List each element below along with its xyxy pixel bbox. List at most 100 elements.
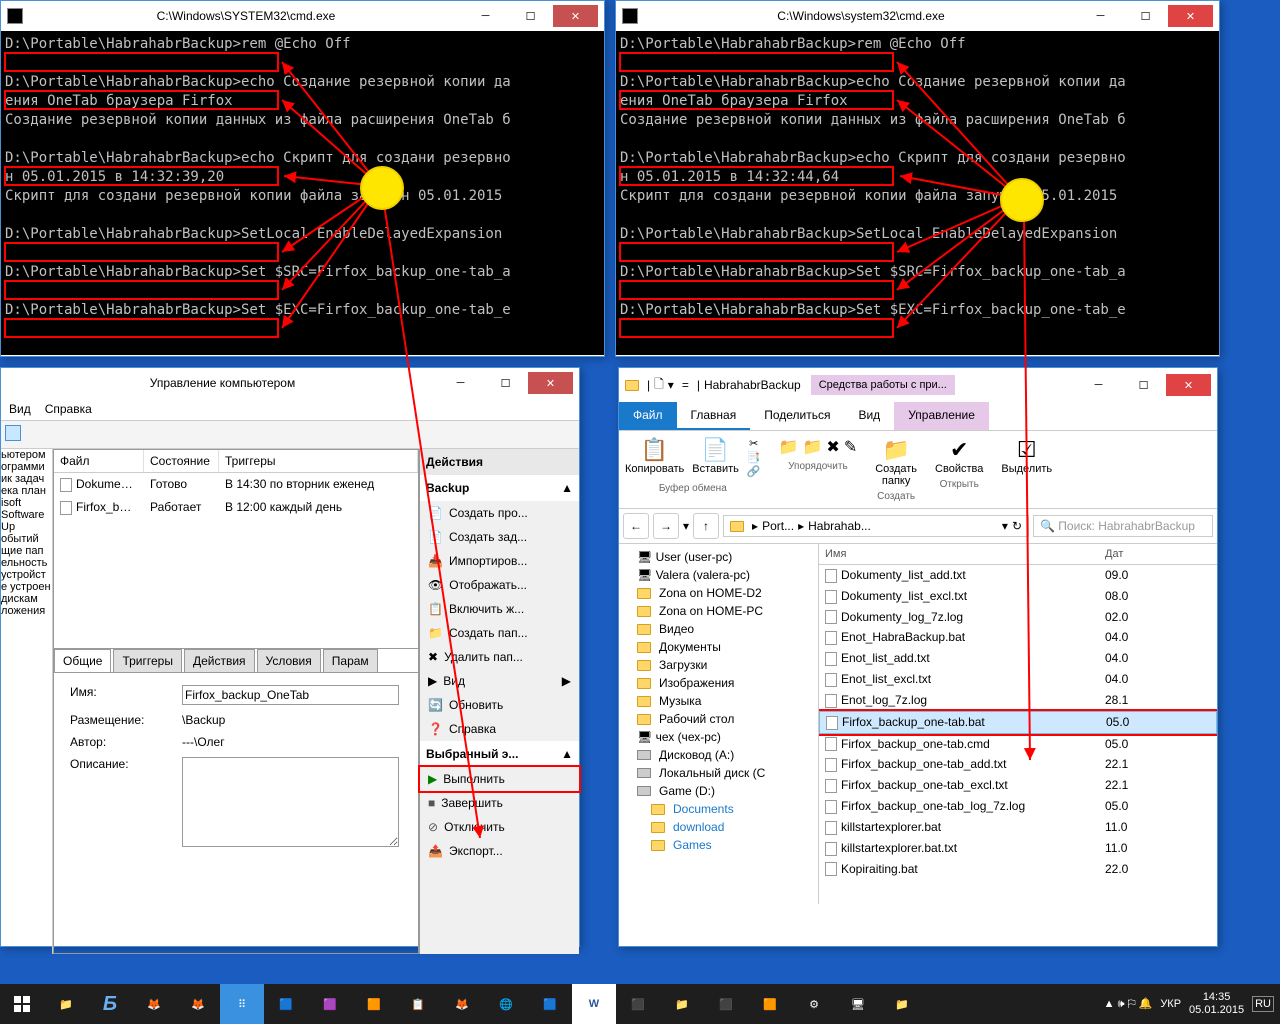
menu-view[interactable]: Вид [9, 402, 31, 416]
copy-to-button[interactable]: 📁 [803, 437, 823, 457]
col-date[interactable]: Дат [1099, 544, 1149, 564]
taskbar-app[interactable]: 🟧 [352, 984, 396, 1024]
selected-header[interactable]: Выбранный э...▲ [420, 741, 579, 767]
action-item[interactable]: ▶Вид▶ [420, 669, 579, 693]
taskbar-app[interactable]: 🌐 [484, 984, 528, 1024]
file-row[interactable]: Enot_list_add.txt04.0 [819, 648, 1217, 669]
taskbar-app[interactable]: 🟦 [264, 984, 308, 1024]
minimize-button[interactable]: ─ [463, 5, 508, 27]
tree-item[interactable]: Рабочий стол [623, 710, 814, 728]
tab-2[interactable]: Действия [184, 649, 255, 672]
tree-item[interactable]: Zona on HOME-PC [623, 602, 814, 620]
tab-3[interactable]: Условия [257, 649, 321, 672]
tree-item[interactable]: Документы [623, 638, 814, 656]
forward-button[interactable]: → [653, 513, 679, 539]
titlebar[interactable]: C:\Windows\system32\cmd.exe ─ ☐ ✕ [616, 1, 1219, 31]
file-row[interactable]: Firfox_backup_one-tab.bat05.0 [819, 711, 1217, 734]
history-dropdown[interactable]: ▾ [683, 519, 689, 533]
tree-item[interactable]: Загрузки [623, 656, 814, 674]
action-item[interactable]: 📥Импортиров... [420, 549, 579, 573]
file-row[interactable]: Firfox_backup_one-tab.cmd05.0 [819, 734, 1217, 755]
maximize-button[interactable]: ☐ [1121, 374, 1166, 396]
taskbar-app[interactable]: 🟧 [748, 984, 792, 1024]
col-trigger[interactable]: Триггеры [219, 450, 418, 472]
sel-action-item[interactable]: ⊘Отключить [420, 815, 579, 839]
qat-icon[interactable]: ▾ [668, 378, 674, 392]
nav-tree-clipped[interactable]: ьютеромограммиик задачека планisoftSoftw… [1, 449, 53, 954]
new-folder-button[interactable]: 📁Создать папку [875, 437, 917, 487]
toolbar-icon[interactable] [5, 425, 21, 441]
breadcrumb[interactable]: ▸Port... ▸Habrahab... ▾ ↻ [723, 515, 1029, 537]
console-output[interactable]: D:\Portable\HabrahabrBackup>rem @Echo Of… [1, 31, 604, 355]
file-row[interactable]: Dokumenty_list_excl.txt08.0 [819, 586, 1217, 607]
nav-tree[interactable]: 🖥 User (user-pc)🖥 Valera (valera-pc) Zon… [619, 544, 819, 904]
taskbar-app[interactable]: W [572, 984, 616, 1024]
maximize-button[interactable]: ☐ [1123, 5, 1168, 27]
tree-item[interactable]: 🖥 чех (чех-pc) [623, 728, 814, 746]
refresh-icon[interactable]: ↻ [1012, 519, 1022, 533]
tree-item[interactable]: 🖥 Valera (valera-pc) [623, 566, 814, 584]
file-row[interactable]: killstartexplorer.bat.txt11.0 [819, 838, 1217, 859]
tree-item[interactable]: Documents [623, 800, 814, 818]
tree-item[interactable]: 🖥 User (user-pc) [623, 548, 814, 566]
taskbar-app[interactable]: ⬛ [704, 984, 748, 1024]
taskbar-app[interactable]: 📁 [660, 984, 704, 1024]
clock-time[interactable]: 14:35 [1189, 991, 1244, 1004]
console-output[interactable]: D:\Portable\HabrahabrBackup>rem @Echo Of… [616, 31, 1219, 355]
action-item[interactable]: 📋Включить ж... [420, 597, 579, 621]
taskbar-app[interactable]: 🦊 [176, 984, 220, 1024]
col-state[interactable]: Состояние [144, 450, 219, 472]
ribbon-tab-file[interactable]: Файл [619, 402, 677, 430]
titlebar[interactable]: | 🗋 ▾ = | HabrahabrBackup Средства работ… [619, 368, 1217, 402]
back-button[interactable]: ← [623, 513, 649, 539]
file-row[interactable]: Enot_log_7z.log28.1 [819, 690, 1217, 711]
language-indicator[interactable]: УКР [1160, 998, 1181, 1010]
paste-button[interactable]: 📄Вставить [692, 437, 739, 479]
rename-button[interactable]: ✎ [844, 437, 857, 457]
taskbar[interactable]: 📁 Б 🦊 🦊 ⠿ 🟦 🟪 🟧 📋 🦊 🌐 🟦 W ⬛ 📁 ⬛ 🟧 ⚙ 🖥 📁 … [0, 984, 1280, 1024]
tree-item[interactable]: Локальный диск (C [623, 764, 814, 782]
file-row[interactable]: Firfox_backup_one-tab_log_7z.log05.0 [819, 796, 1217, 817]
minimize-button[interactable]: ─ [1078, 5, 1123, 27]
maximize-button[interactable]: ☐ [508, 5, 553, 27]
task-row[interactable]: Firfox_back...РаботаетВ 12:00 каждый ден… [54, 496, 418, 519]
file-row[interactable]: killstartexplorer.bat11.0 [819, 817, 1217, 838]
action-item[interactable]: ✖Удалить пап... [420, 645, 579, 669]
input-name[interactable] [182, 685, 399, 705]
tree-item[interactable]: Музыка [623, 692, 814, 710]
taskbar-app[interactable]: 🦊 [132, 984, 176, 1024]
clipboard-small-buttons[interactable]: ✂📑🔗 [747, 437, 761, 479]
actions-sub-header[interactable]: Backup▲ [420, 475, 579, 501]
file-row[interactable]: Kopiraiting.bat22.0 [819, 859, 1217, 880]
tree-item[interactable]: Дисковод (A:) [623, 746, 814, 764]
up-button[interactable]: ↑ [693, 513, 719, 539]
sel-action-item[interactable]: ■Завершить [420, 791, 579, 815]
menu-help[interactable]: Справка [45, 402, 92, 416]
close-button[interactable]: ✕ [1166, 374, 1211, 396]
input-description[interactable] [182, 757, 399, 847]
ribbon-tab-home[interactable]: Главная [677, 402, 751, 430]
move-button[interactable]: 📁 [779, 437, 799, 457]
minimize-button[interactable]: ─ [438, 372, 483, 394]
col-file[interactable]: Файл [54, 450, 144, 472]
input-lang[interactable]: RU [1252, 996, 1274, 1012]
qat-icon[interactable]: 🗋 [654, 375, 664, 396]
tree-item[interactable]: Изображения [623, 674, 814, 692]
taskbar-app[interactable]: ⬛ [616, 984, 660, 1024]
taskbar-app[interactable]: 🟪 [308, 984, 352, 1024]
file-row[interactable]: Firfox_backup_one-tab_add.txt22.1 [819, 754, 1217, 775]
file-row[interactable]: Enot_list_excl.txt04.0 [819, 669, 1217, 690]
titlebar[interactable]: Управление компьютером ─ ☐ ✕ [1, 368, 579, 398]
file-row[interactable]: Enot_HabraBackup.bat04.0 [819, 627, 1217, 648]
start-button[interactable] [0, 984, 44, 1024]
action-item[interactable]: 👁Отображать... [420, 573, 579, 597]
taskbar-app[interactable]: ⚙ [792, 984, 836, 1024]
taskbar-app[interactable]: 📋 [396, 984, 440, 1024]
tree-item[interactable]: Zona on HOME-D2 [623, 584, 814, 602]
task-list[interactable]: Файл Состояние Триггеры Dokument...Готов… [53, 449, 419, 649]
select-button[interactable]: ☑Выделить [1001, 437, 1052, 475]
action-item[interactable]: ❓Справка [420, 717, 579, 741]
ribbon-tab-view[interactable]: Вид [844, 402, 894, 430]
close-button[interactable]: ✕ [1168, 5, 1213, 27]
taskbar-app[interactable]: 📁 [44, 984, 88, 1024]
